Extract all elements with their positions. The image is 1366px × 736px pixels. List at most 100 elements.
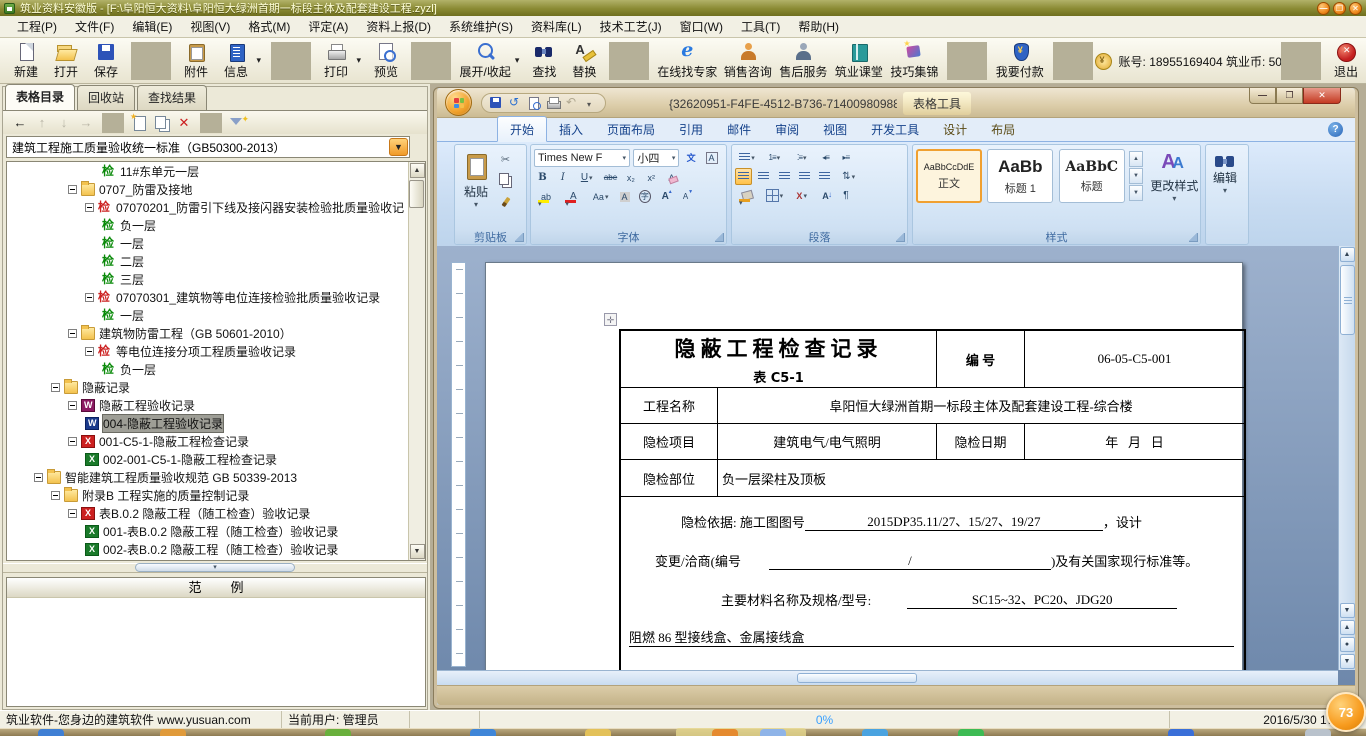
qat-undo-icon[interactable] xyxy=(564,95,580,111)
taskbar-icon-4[interactable] xyxy=(470,729,496,736)
app-close-button[interactable]: ✕ xyxy=(1349,2,1362,15)
word-minimize-button[interactable]: — xyxy=(1249,88,1276,104)
superscript-button[interactable] xyxy=(643,169,660,186)
toolbar-button[interactable] xyxy=(947,42,987,80)
increase-indent-button[interactable] xyxy=(837,149,854,166)
menu-item[interactable]: 文件(F) xyxy=(66,15,123,38)
tree-item[interactable]: 002-表B.0.2 隐蔽工程（随工检查）验收记录 xyxy=(7,540,425,558)
clipboard-dialog-launcher[interactable] xyxy=(515,233,524,242)
ribbon-tab[interactable]: 引用 xyxy=(667,117,715,141)
scroll-down-icon[interactable]: ▼ xyxy=(410,544,425,559)
tree-item[interactable]: 附录B 工程实施的质量控制记录 xyxy=(7,486,425,504)
grow-font-button[interactable] xyxy=(657,188,674,205)
nav-up-button[interactable] xyxy=(31,113,53,133)
tree-item[interactable]: 负一层 xyxy=(7,216,425,234)
font-dialog-launcher[interactable] xyxy=(715,233,724,242)
shrink-font-button[interactable] xyxy=(677,188,694,205)
decrease-indent-button[interactable] xyxy=(817,149,834,166)
tree-item[interactable]: 隐蔽记录 xyxy=(7,378,425,396)
taskbar-icon-3[interactable] xyxy=(325,729,351,736)
new-button[interactable]: 新建 xyxy=(6,40,46,82)
taskbar-icon-9[interactable] xyxy=(958,729,984,736)
align-left-button[interactable] xyxy=(735,168,752,185)
word-close-button[interactable]: ✕ xyxy=(1303,88,1341,104)
align-center-button[interactable] xyxy=(755,168,772,185)
taskbar-icon-1[interactable] xyxy=(38,729,64,736)
horizontal-scrollbar-thumb[interactable] xyxy=(797,673,917,683)
toolbar-button[interactable] xyxy=(411,42,451,80)
character-border-button[interactable] xyxy=(703,149,720,166)
cut-button[interactable] xyxy=(497,151,514,168)
qat-customize-icon[interactable] xyxy=(583,95,599,111)
tree-item[interactable]: 002-001-C5-1-隐蔽工程检查记录 xyxy=(7,450,425,468)
qat-save-icon[interactable] xyxy=(488,95,504,111)
tree-expander-icon[interactable] xyxy=(85,293,94,302)
clear-formatting-button[interactable] xyxy=(663,169,680,186)
account-info[interactable]: 账号: 18955169404 筑业币: 50 xyxy=(1098,40,1276,82)
paragraph-dialog-launcher[interactable] xyxy=(896,233,905,242)
toolbar-button[interactable] xyxy=(271,42,311,80)
nav-forward-button[interactable] xyxy=(75,113,97,133)
attachment-button[interactable]: 附件 xyxy=(176,40,216,82)
ribbon-tab[interactable]: 设计 xyxy=(931,117,979,141)
tree-expander-icon[interactable] xyxy=(68,185,77,194)
paste-button[interactable]: 粘贴 xyxy=(459,149,493,229)
font-color-button[interactable] xyxy=(561,188,585,205)
taskbar-icon-10[interactable] xyxy=(1168,729,1194,736)
ribbon-tab[interactable]: 审阅 xyxy=(763,117,811,141)
tree-item[interactable]: 0707_防雷及接地 xyxy=(7,180,425,198)
toolbar-button[interactable] xyxy=(609,42,649,80)
tree-expander-icon[interactable] xyxy=(51,491,60,500)
editing-button[interactable]: 编辑 xyxy=(1209,145,1241,195)
browse-object-button[interactable]: ● xyxy=(1340,637,1355,652)
tree-item[interactable]: 07070301_建筑物等电位连接检验批质量验收记录 xyxy=(7,288,425,306)
tree-expander-icon[interactable] xyxy=(85,347,94,356)
copy-button[interactable] xyxy=(497,172,514,189)
word-restore-button[interactable]: ❐ xyxy=(1276,88,1303,104)
nav-down-button[interactable] xyxy=(53,113,75,133)
tree-scrollbar[interactable]: ▲ ▼ xyxy=(408,162,425,560)
tree-item[interactable]: 表B.0.2 隐蔽工程（随工检查）验收记录 xyxy=(7,504,425,522)
toolbar-button[interactable] xyxy=(1053,42,1093,80)
tree-item[interactable]: 隐蔽工程验收记录 xyxy=(7,396,425,414)
bold-button[interactable] xyxy=(534,169,551,186)
标题[interactable]: AaBbC 标题 xyxy=(1059,149,1125,203)
strikethrough-button[interactable] xyxy=(602,169,619,186)
replace-button[interactable]: 替换 xyxy=(564,40,604,82)
vertical-ruler[interactable] xyxy=(451,262,466,667)
ribbon-tab[interactable]: 开发工具 xyxy=(859,117,931,141)
tree-item[interactable]: 07070201_防雷引下线及接闪器安装检验批质量验收记 xyxy=(7,198,425,216)
tree-scrollbar-thumb[interactable] xyxy=(409,180,424,208)
after-sales-button[interactable]: 售后服务 xyxy=(776,40,831,82)
standard-combobox[interactable]: 建筑工程施工质量验收统一标准（GB50300-2013） ▼ xyxy=(6,136,410,158)
tree-expander-icon[interactable] xyxy=(34,473,43,482)
tab-search-results[interactable]: 查找结果 xyxy=(137,85,207,110)
tab-recycle-bin[interactable]: 回收站 xyxy=(77,85,135,110)
bullets-button[interactable] xyxy=(735,149,759,166)
preview-button[interactable]: 预览 xyxy=(366,40,406,82)
character-shading-button[interactable] xyxy=(616,188,633,205)
menu-item[interactable]: 工具(T) xyxy=(732,15,789,38)
horizontal-scrollbar[interactable] xyxy=(437,670,1338,685)
tree-item[interactable]: 负一层 xyxy=(7,360,425,378)
zhuye-class-button[interactable]: 筑业课堂 xyxy=(831,40,886,82)
正文[interactable]: AaBbCcDdE 正文 xyxy=(916,149,982,203)
filter-button[interactable] xyxy=(227,113,249,133)
open-button[interactable]: 打开 xyxy=(46,40,86,82)
qat-print-icon[interactable] xyxy=(545,95,561,111)
justify-button[interactable] xyxy=(796,168,813,185)
highlight-color-button[interactable] xyxy=(534,188,558,205)
next-page-button[interactable]: ▼ xyxy=(1340,654,1355,669)
multilevel-list-button[interactable] xyxy=(790,149,814,166)
copy-form-button[interactable] xyxy=(151,113,173,133)
asian-layout-button[interactable] xyxy=(790,187,814,204)
font-size-select[interactable]: 小四 xyxy=(633,149,679,167)
styles-scroll-up-icon[interactable]: ▲ xyxy=(1129,151,1143,167)
tree-item[interactable]: 004-隐蔽工程验收记录 xyxy=(7,414,425,432)
sort-button[interactable] xyxy=(817,187,834,204)
expand-collapse-button[interactable]: 展开/收起 xyxy=(456,40,514,82)
taskbar-icon-6[interactable] xyxy=(712,729,738,736)
qat-preview-icon[interactable] xyxy=(526,95,542,111)
ribbon-tab[interactable]: 邮件 xyxy=(715,117,763,141)
info-button[interactable]: 信息 xyxy=(216,40,256,82)
